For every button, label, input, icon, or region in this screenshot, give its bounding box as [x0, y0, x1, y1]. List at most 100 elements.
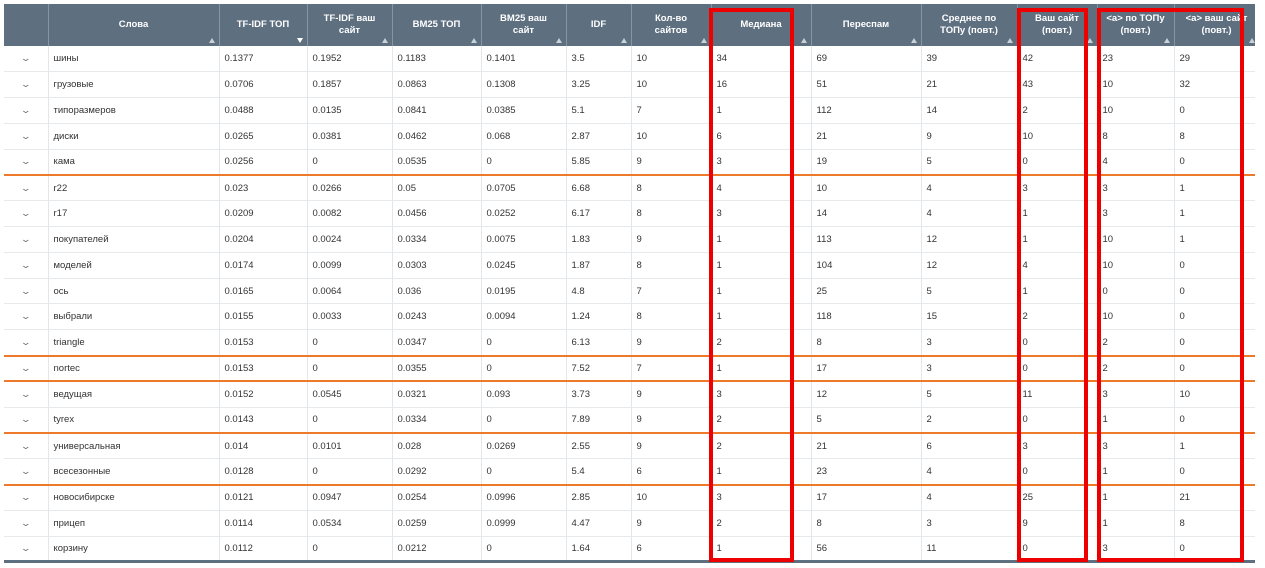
cell-bm25-top: 0.0355 — [392, 355, 482, 383]
expand-cell[interactable]: ⌄ — [4, 484, 49, 511]
expand-cell[interactable]: ⌄ — [4, 149, 49, 176]
column-header-word[interactable]: Слова — [48, 4, 220, 46]
column-header-avg-top[interactable]: Среднее по ТОПу (повт.) — [921, 4, 1018, 46]
chevron-down-icon[interactable]: ⌄ — [20, 363, 31, 374]
cell-anchor-site: 8 — [1174, 510, 1260, 537]
cell-tfidf-top: 0.0165 — [219, 278, 308, 305]
sort-asc-icon[interactable] — [470, 38, 477, 43]
expand-cell[interactable]: ⌄ — [4, 407, 49, 434]
chevron-down-icon[interactable]: ⌄ — [20, 543, 31, 554]
cell-anchor-site: 0 — [1174, 252, 1260, 279]
chevron-down-icon[interactable]: ⌄ — [20, 79, 31, 90]
expand-cell[interactable]: ⌄ — [4, 46, 49, 73]
cell-median: 1 — [711, 278, 812, 305]
cell-avg-top: 9 — [921, 123, 1018, 150]
sort-asc-icon[interactable] — [620, 38, 627, 43]
cell-idf: 1.64 — [566, 536, 632, 564]
chevron-down-icon[interactable]: ⌄ — [20, 286, 31, 297]
cell-overspam: 5 — [811, 407, 922, 434]
cell-tfidf-site: 0.0381 — [307, 123, 393, 150]
cell-overspam: 118 — [811, 303, 922, 331]
column-header-bm25-site[interactable]: BM25 ваш сайт — [481, 4, 567, 46]
cell-word: ведущая — [48, 381, 220, 408]
cell-anchor-top: 3 — [1097, 200, 1175, 228]
chevron-down-icon[interactable]: ⌄ — [20, 208, 31, 219]
sort-asc-icon[interactable] — [1163, 38, 1170, 43]
chevron-down-icon[interactable]: ⌄ — [20, 518, 31, 529]
expand-cell[interactable]: ⌄ — [4, 355, 49, 383]
column-header-your-site[interactable]: Ваш сайт (повт.) — [1017, 4, 1098, 46]
cell-median: 1 — [711, 355, 812, 383]
column-header-overspam[interactable]: Переспам — [811, 4, 922, 46]
keyword-table-container: Слова TF-IDF ТОП TF-IDF ваш сайт BM25 ТОП BM… — [4, 4, 1260, 564]
chevron-down-icon[interactable]: ⌄ — [20, 260, 31, 271]
sort-asc-icon[interactable] — [1248, 38, 1255, 43]
cell-word: диски — [48, 123, 220, 150]
chevron-down-icon[interactable]: ⌄ — [20, 183, 31, 194]
sort-asc-icon[interactable] — [555, 38, 562, 43]
expand-cell[interactable]: ⌄ — [4, 97, 49, 124]
chevron-down-icon[interactable]: ⌄ — [20, 131, 31, 142]
expand-cell[interactable]: ⌄ — [4, 510, 49, 537]
expand-cell[interactable]: ⌄ — [4, 71, 49, 99]
cell-idf: 1.87 — [566, 252, 632, 279]
expand-cell[interactable]: ⌄ — [4, 329, 49, 357]
expand-cell[interactable]: ⌄ — [4, 200, 49, 228]
cell-anchor-top: 3 — [1097, 536, 1175, 564]
column-header-anchor-top[interactable]: <a> по ТОПу (повт.) — [1097, 4, 1175, 46]
sort-asc-icon[interactable] — [910, 38, 917, 43]
sort-asc-icon[interactable] — [208, 38, 215, 43]
chevron-down-icon[interactable]: ⌄ — [20, 492, 31, 503]
sort-desc-icon[interactable] — [296, 38, 303, 43]
expand-cell[interactable]: ⌄ — [4, 278, 49, 305]
column-header-idf[interactable]: IDF — [566, 4, 632, 46]
expand-cell[interactable]: ⌄ — [4, 123, 49, 150]
cell-tfidf-site: 0 — [307, 407, 393, 434]
cell-word: типоразмеров — [48, 97, 220, 124]
expand-cell[interactable]: ⌄ — [4, 432, 49, 460]
sort-asc-icon[interactable] — [381, 38, 388, 43]
expand-cell[interactable]: ⌄ — [4, 226, 49, 253]
chevron-down-icon[interactable]: ⌄ — [20, 234, 31, 245]
chevron-down-icon[interactable]: ⌄ — [20, 311, 31, 322]
table-row: ⌄ типоразмеров 0.0488 0.0135 0.0841 0.0385 5.1… — [4, 97, 1260, 124]
cell-anchor-site: 0 — [1174, 97, 1260, 124]
cell-tfidf-top: 0.0153 — [219, 329, 308, 357]
cell-word: всесезонные — [48, 458, 220, 486]
cell-bm25-top: 0.0243 — [392, 303, 482, 331]
chevron-down-icon[interactable]: ⌄ — [20, 466, 31, 477]
expand-cell[interactable]: ⌄ — [4, 174, 49, 202]
chevron-down-icon[interactable]: ⌄ — [20, 389, 31, 400]
expand-cell[interactable]: ⌄ — [4, 252, 49, 279]
column-header-tfidf-top[interactable]: TF-IDF ТОП — [219, 4, 308, 46]
chevron-down-icon[interactable]: ⌄ — [20, 156, 31, 167]
chevron-down-icon[interactable]: ⌄ — [20, 105, 31, 116]
cell-sites-count: 9 — [631, 381, 712, 408]
sort-asc-icon[interactable] — [1006, 38, 1013, 43]
cell-your-site: 0 — [1017, 329, 1098, 357]
expand-cell[interactable]: ⌄ — [4, 536, 49, 564]
sort-asc-icon[interactable] — [700, 38, 707, 43]
column-header-tfidf-site[interactable]: TF-IDF ваш сайт — [307, 4, 393, 46]
expand-cell[interactable]: ⌄ — [4, 458, 49, 486]
cell-bm25-site: 0.0999 — [481, 510, 567, 537]
sort-asc-icon[interactable] — [1086, 38, 1093, 43]
cell-bm25-top: 0.0535 — [392, 149, 482, 176]
expand-cell[interactable]: ⌄ — [4, 303, 49, 331]
column-header-anchor-site[interactable]: <a> ваш сайт (повт.) — [1174, 4, 1260, 46]
cell-anchor-top: 10 — [1097, 226, 1175, 253]
chevron-down-icon[interactable]: ⌄ — [20, 414, 31, 425]
chevron-down-icon[interactable]: ⌄ — [20, 337, 31, 348]
column-header-bm25-top[interactable]: BM25 ТОП — [392, 4, 482, 46]
expand-cell[interactable]: ⌄ — [4, 381, 49, 408]
chevron-down-icon[interactable]: ⌄ — [20, 441, 31, 452]
cell-bm25-top: 0.0863 — [392, 71, 482, 99]
column-header-sites-count[interactable]: Кол-во сайтов — [631, 4, 712, 46]
column-header-median[interactable]: Медиана — [711, 4, 812, 46]
sort-asc-icon[interactable] — [800, 38, 807, 43]
cell-tfidf-site: 0.0534 — [307, 510, 393, 537]
cell-bm25-top: 0.0841 — [392, 97, 482, 124]
cell-median: 2 — [711, 432, 812, 460]
chevron-down-icon[interactable]: ⌄ — [20, 53, 31, 64]
cell-idf: 5.85 — [566, 149, 632, 176]
